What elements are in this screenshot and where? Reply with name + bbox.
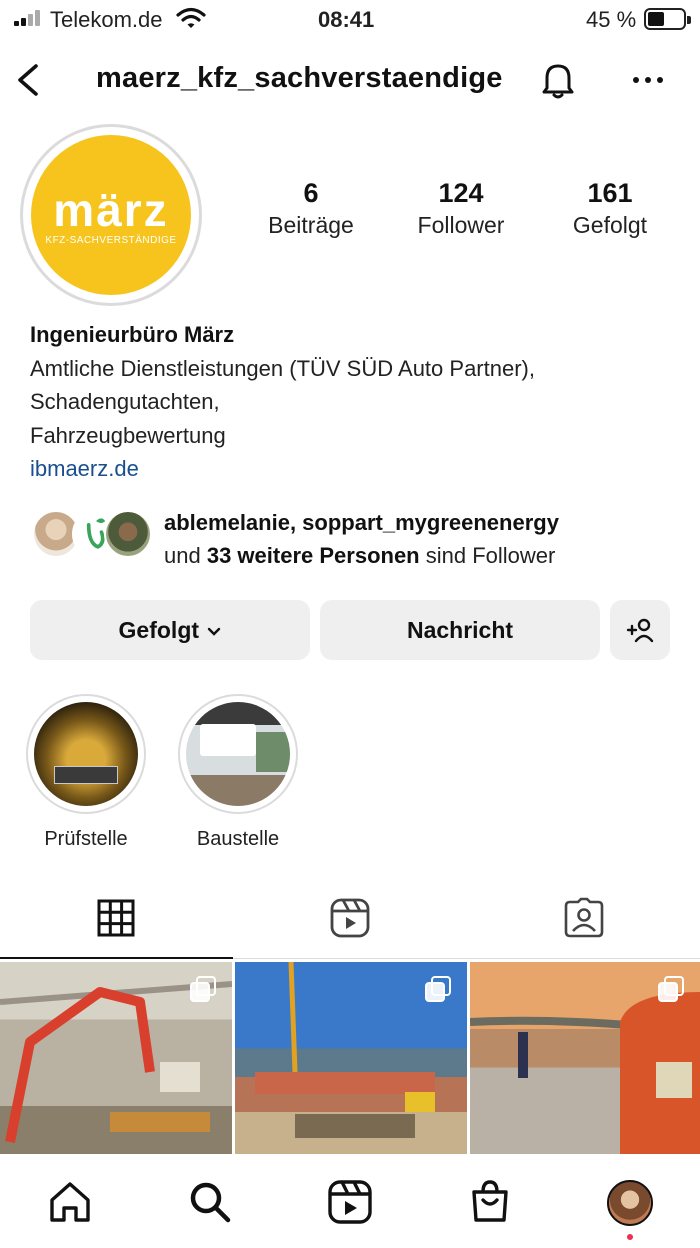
following-button-label: Gefolgt [118,617,200,643]
profile-name: Ingenieurbüro März [30,322,235,347]
stat-posts[interactable]: 6 Beiträge [246,176,376,240]
notification-dot [627,1234,633,1240]
grid-icon[interactable] [94,896,138,940]
followed-by[interactable]: ablemelanie, soppart_mygreenenergy und 3… [30,506,680,568]
logo-wordmark: märz [53,184,169,236]
stat-following[interactable]: 161 Gefolgt [545,176,675,240]
back-chevron-icon[interactable] [12,60,48,100]
brand-logo: märz KFZ-SACHVERSTÄNDIGE [31,135,191,295]
followed-by-names: ablemelanie, soppart_mygreenenergy [164,510,559,535]
status-bar: Telekom.de 08:41 45 % [0,0,700,40]
post-thumbnail[interactable] [0,962,232,1154]
highlight-label: Prüfstelle [44,828,128,850]
bio-line: Amtliche Dienstleistungen (TÜV SÜD Auto … [30,355,535,381]
multiple-photos-icon [425,976,453,1004]
profile-avatar[interactable]: märz KFZ-SACHVERSTÄNDIGE [20,124,202,306]
reels-icon[interactable] [326,1178,374,1226]
carrier-name: Telekom.de [50,7,163,32]
tagged-icon[interactable] [562,896,606,940]
profile-header: maerz_kfz_sachverstaendige [0,48,700,112]
bell-icon[interactable] [536,58,580,102]
clock: 08:41 [318,7,375,32]
followed-by-prefix: und [164,543,201,568]
story-highlight[interactable]: Prüfstelle [26,694,146,851]
add-person-icon [626,618,654,643]
reels-icon[interactable] [328,896,372,940]
battery-percent: 45 % [586,7,637,32]
followed-by-suffix: sind Follower [425,543,556,568]
suggest-people-button[interactable] [610,600,670,660]
stat-posts-label: Beiträge [268,212,354,238]
logo-subtitle: KFZ-SACHVERSTÄNDIGE [45,235,177,246]
more-dots-icon[interactable] [626,58,670,102]
post-thumbnail[interactable] [235,962,467,1154]
following-button[interactable]: Gefolgt [30,600,310,660]
signal-icon [14,10,44,26]
tab-divider [233,958,700,959]
profile-username: maerz_kfz_sachverstaendige [96,62,503,94]
stat-posts-value: 6 [303,178,319,208]
search-icon[interactable] [186,1178,234,1226]
multiple-photos-icon [658,976,686,1004]
multiple-photos-icon [190,976,218,1004]
stat-following-label: Gefolgt [572,212,648,238]
highlight-cover [26,694,146,814]
profile-avatar-tab[interactable] [607,1180,653,1226]
bio-line: Fahrzeugbewertung [30,422,226,448]
bio-line: Schadengutachten, [30,389,220,414]
stat-followers-label: Follower [417,212,505,238]
stat-followers-value: 124 [438,178,484,208]
home-icon[interactable] [46,1178,94,1226]
wifi-icon [176,7,206,28]
stat-followers[interactable]: 124 Follower [396,176,526,240]
bottom-navigation [0,1156,700,1248]
post-thumbnail[interactable] [470,962,700,1154]
message-button[interactable]: Nachricht [320,600,600,660]
highlight-label: Baustelle [196,828,280,850]
stat-following-value: 161 [587,178,633,208]
followed-by-text: ablemelanie, soppart_mygreenenergy und 3… [164,506,559,572]
story-highlight[interactable]: Baustelle [178,694,298,851]
highlight-cover [178,694,298,814]
follower-avatar [104,510,152,558]
active-tab-indicator [0,957,233,959]
followed-by-count: 33 weitere Personen [206,543,420,568]
message-button-label: Nachricht [406,617,514,643]
shop-icon[interactable] [466,1178,514,1226]
bio-website-link[interactable]: ibmaerz.de [30,452,680,486]
profile-bio: Ingenieurbüro März Amtliche Dienstleistu… [30,318,680,486]
chevron-down-icon [208,627,221,636]
battery-icon [644,8,691,30]
